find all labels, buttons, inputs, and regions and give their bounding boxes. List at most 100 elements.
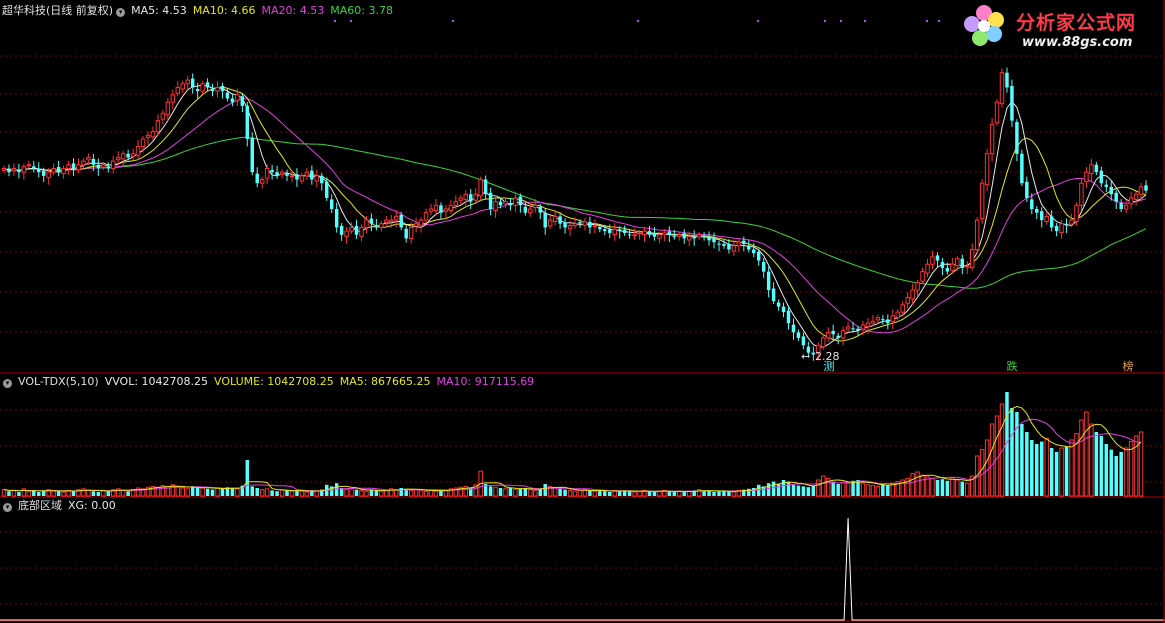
candle-body-down [1035, 209, 1039, 213]
candle-body-down [588, 221, 592, 228]
candle-body-down [771, 288, 776, 302]
candle-body-down [439, 205, 443, 213]
volume-bar-down [270, 490, 274, 496]
volume-bar-down [1015, 412, 1019, 496]
volume-bar-up [1089, 423, 1094, 497]
candle-body-up [418, 219, 424, 226]
candle-body-down [126, 153, 130, 158]
candle-body-up [662, 232, 667, 236]
candle-body-down [836, 335, 840, 338]
xg-panel-header: ▾ 底部区域 XG: 0.00 [2, 499, 128, 513]
candle-body-down [886, 319, 890, 324]
candle-body-up [632, 234, 637, 237]
volume-bar-down [786, 481, 791, 496]
candle-body-up [969, 249, 975, 269]
volume-bar-down [1099, 436, 1104, 496]
volume-bar-up [101, 489, 106, 497]
candle-body-down [1114, 192, 1118, 202]
candle-body-up [870, 320, 876, 324]
volume-bar-down [682, 492, 686, 496]
volume-bar-down [647, 491, 652, 496]
candle-body-up [175, 86, 181, 94]
signal-dot [824, 20, 826, 22]
candle-body-down [56, 167, 61, 173]
kline-chart[interactable]: 2.28 ← 测跌榜 [0, 0, 1165, 623]
candle-body-up [974, 219, 980, 251]
candle-body-up [1133, 193, 1139, 200]
candle-body-down [220, 85, 225, 92]
volume-bar-up [259, 489, 265, 497]
candle-body-down [881, 319, 885, 321]
volume-bar-down [106, 491, 111, 496]
candle-body-down [702, 236, 706, 238]
candle-body-up [686, 236, 692, 241]
candle-body-up [394, 215, 399, 221]
volume-bar-up [26, 490, 32, 497]
volume-bar-up [408, 489, 414, 497]
candle-body-down [801, 336, 806, 346]
candle-body-down [225, 92, 230, 99]
settings-circle-icon[interactable]: ▾ [3, 503, 12, 512]
signal-dot [637, 20, 639, 22]
ma60-line [3, 136, 1147, 289]
candle-body-up [443, 208, 449, 212]
candle-body-up [160, 112, 166, 120]
candle-body-down [752, 249, 756, 254]
volume-bar-down [543, 484, 547, 496]
candle-body-down [945, 267, 950, 272]
volume-bar-up [86, 489, 91, 497]
volume-bar-up [200, 487, 205, 497]
signal-marker-0: 测 [824, 360, 835, 373]
candle-body-up [26, 164, 32, 167]
candle-body-down [329, 199, 334, 209]
main-indicator-3: MA60: 3.78 [330, 4, 393, 17]
volume-bar-down [255, 488, 259, 496]
settings-circle-icon[interactable]: ▾ [3, 379, 12, 388]
signal-marker-2: 榜 [1123, 359, 1134, 373]
candle-body-up [925, 263, 930, 274]
signal-dot [840, 20, 842, 22]
volume-bar-down [851, 480, 855, 496]
volume-bar-down [717, 491, 721, 496]
candle-body-up [344, 230, 349, 237]
candle-body-up [840, 330, 846, 339]
volume-bars [1, 392, 1144, 497]
volume-bar-up [989, 423, 995, 497]
volume-bar-up [61, 491, 66, 497]
volume-bar-down [791, 484, 796, 496]
candle-body-up [289, 175, 295, 178]
volume-bar-up [637, 490, 642, 497]
volume-indicator-1: VOLUME: 1042708.25 [214, 375, 334, 388]
volume-bar-down [801, 486, 806, 496]
candle-body-down [796, 332, 801, 338]
candle-body-up [389, 219, 394, 223]
volume-bar-down [608, 492, 612, 496]
volume-bar-down [32, 490, 36, 496]
candle-body-down [722, 243, 726, 246]
candle-body-down [195, 88, 200, 92]
candle-body-down [71, 163, 76, 169]
candle-body-up [1089, 164, 1094, 175]
volume-bar-up [592, 490, 598, 497]
candle-body-up [145, 134, 151, 139]
candle-body-down [761, 262, 766, 272]
candle-body-down [488, 192, 493, 209]
candle-body-up [349, 226, 354, 232]
candle-body-down [558, 216, 562, 224]
candle-body-down [354, 225, 359, 235]
volume-bar-up [567, 489, 573, 497]
volume-bar-down [1030, 440, 1034, 496]
volume-bar-down [91, 491, 96, 496]
candle-body-up [1059, 223, 1064, 234]
candle-body-down [791, 324, 796, 333]
volume-bar-down [707, 491, 711, 496]
volume-bar-up [632, 491, 637, 497]
candle-body-up [235, 94, 240, 102]
candle-body-down [647, 231, 652, 235]
candle-body-down [727, 244, 731, 250]
volume-bar-up [433, 490, 439, 497]
settings-circle-icon[interactable]: ▾ [116, 8, 126, 17]
candle-body-down [935, 255, 940, 261]
candle-body-up [567, 225, 573, 230]
candle-body-up [920, 271, 925, 282]
